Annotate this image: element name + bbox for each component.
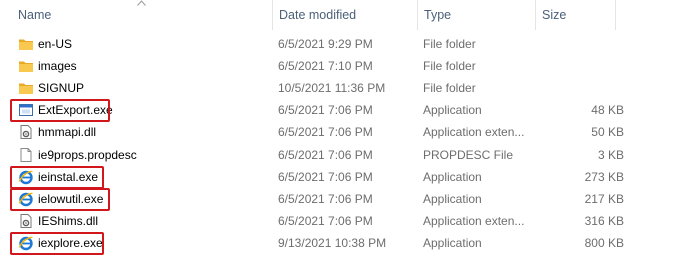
dll-gear-icon (18, 124, 34, 140)
file-name: en-US (38, 37, 73, 51)
file-date-modified: 6/5/2021 7:06 PM (278, 103, 373, 118)
file-date-modified: 9/13/2021 10:38 PM (278, 235, 387, 250)
column-header-bar: Name Date modified Type Size (0, 0, 682, 30)
file-row[interactable]: ielowutil.exe 6/5/2021 7:06 PM Application… (0, 187, 682, 211)
file-date-modified: 6/5/2021 7:06 PM (278, 125, 373, 140)
file-name: IEShims.dll (38, 213, 99, 228)
file-size: 3 KB (597, 147, 624, 162)
file-type: PROPDESC File (423, 147, 514, 162)
file-type: File folder (423, 81, 476, 96)
file-type: File folder (423, 59, 476, 74)
column-header-date-modified[interactable]: Date modified (279, 0, 356, 30)
file-row[interactable]: images 6/5/2021 7:10 PM File folder (0, 55, 682, 77)
file-row[interactable]: hmmapi.dll 6/5/2021 7:06 PM Application ex… (0, 121, 682, 143)
file-row[interactable]: en-US 6/5/2021 9:29 PM File folder (0, 33, 682, 55)
file-type: Application exten... (423, 125, 525, 140)
file-size: 48 KB (591, 103, 624, 118)
file-type: Application exten... (423, 213, 525, 228)
file-row[interactable]: iexplore.exe 9/13/2021 10:38 PM Applicatio… (0, 231, 682, 255)
dll-gear-icon (18, 213, 34, 229)
file-date-modified: 6/5/2021 7:06 PM (278, 169, 373, 184)
folder-icon (18, 80, 34, 96)
file-type: File folder (423, 37, 476, 51)
highlight-box (10, 165, 104, 189)
file-date-modified: 6/5/2021 9:29 PM (278, 37, 373, 51)
file-date-modified: 6/5/2021 7:06 PM (278, 191, 373, 206)
file-row[interactable]: ie9props.propdesc 6/5/2021 7:06 PM PROPDES… (0, 144, 682, 166)
file-type: Application (423, 169, 482, 184)
file-name: SIGNUP (38, 81, 85, 96)
blank-file-icon (18, 147, 34, 163)
file-row[interactable]: ieinstal.exe 6/5/2021 7:06 PM Application 2… (0, 165, 682, 189)
folder-icon (18, 58, 34, 74)
file-row[interactable]: ExtExport.exe 6/5/2021 7:06 PM Application… (0, 99, 682, 123)
sort-chevron-up-icon[interactable] (137, 0, 146, 6)
file-row[interactable]: IEShims.dll 6/5/2021 7:06 PM Application e… (0, 210, 682, 232)
column-divider[interactable] (535, 0, 536, 30)
file-name: images (38, 59, 77, 74)
file-size: 316 KB (584, 213, 624, 228)
column-divider[interactable] (417, 0, 418, 30)
file-row[interactable]: SIGNUP 10/5/2021 11:36 PM File folder (0, 77, 682, 99)
column-divider[interactable] (615, 0, 616, 30)
highlight-box (10, 231, 104, 255)
file-type: Application (423, 235, 482, 250)
file-date-modified: 6/5/2021 7:10 PM (278, 59, 373, 74)
file-date-modified: 6/5/2021 7:06 PM (278, 213, 373, 228)
highlight-box (10, 99, 110, 123)
file-size: 273 KB (584, 169, 624, 184)
highlight-box (10, 187, 110, 211)
column-header-size[interactable]: Size (542, 0, 566, 30)
file-size: 800 KB (584, 235, 624, 250)
file-size: 50 KB (591, 125, 624, 140)
file-size: 217 KB (584, 191, 624, 206)
file-date-modified: 10/5/2021 11:36 PM (278, 81, 386, 96)
column-header-name[interactable]: Name (18, 0, 51, 30)
file-type: Application (423, 191, 482, 206)
column-divider[interactable] (272, 0, 273, 30)
folder-icon (18, 36, 34, 52)
file-type: Application (423, 103, 482, 118)
file-name: ie9props.propdesc (38, 147, 137, 162)
file-name: hmmapi.dll (38, 125, 97, 140)
column-header-type[interactable]: Type (424, 0, 451, 30)
file-date-modified: 6/5/2021 7:06 PM (278, 147, 373, 162)
